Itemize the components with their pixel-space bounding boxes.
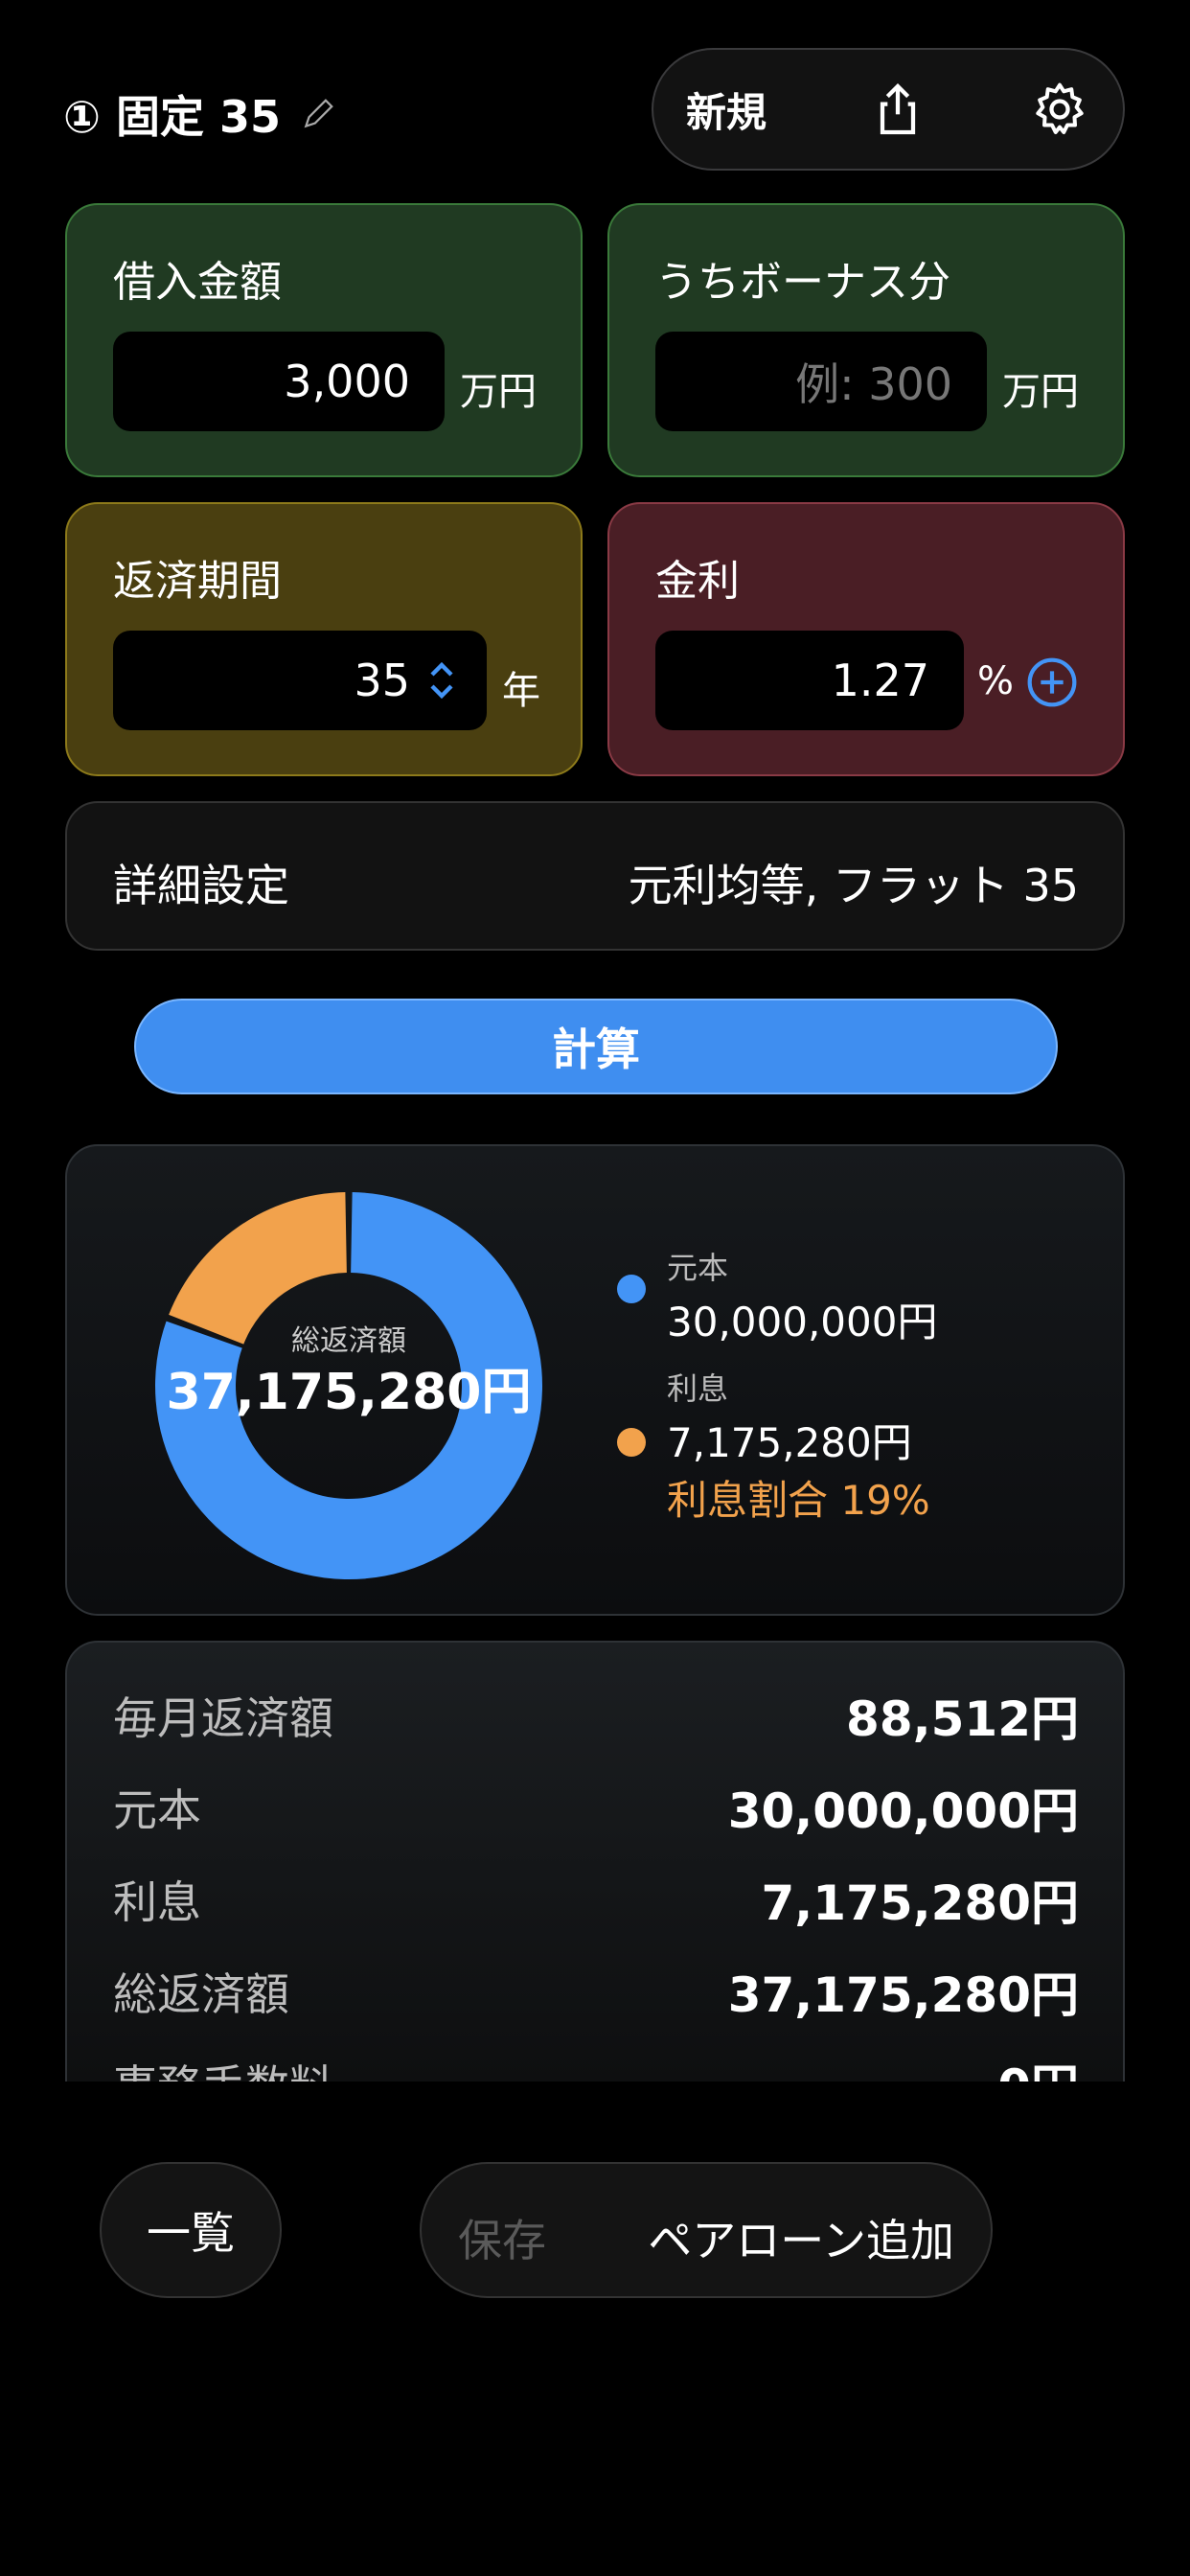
table-row: 総返済額 37,175,280円 <box>113 1953 1079 2030</box>
interest-ratio: 利息割合 19% <box>667 1477 930 1524</box>
chevron-updown-icon <box>430 661 453 700</box>
rate-label: 金利 <box>655 557 740 606</box>
summary-chart-card: 総返済額 37,175,280円 元本 30,000,000円 利息 7,175… <box>65 1144 1125 1616</box>
top-toolbar: 新規 <box>652 48 1125 171</box>
result-label: 事務手数料 <box>113 2052 333 2082</box>
save-button[interactable]: 保存 <box>458 2206 546 2269</box>
result-label: 毎月返済額 <box>113 1692 333 1744</box>
donut-center-value: 37,175,280円 <box>166 1364 532 1421</box>
table-row: 利息 7,175,280円 <box>113 1861 1079 1938</box>
rate-input[interactable]: 1.27 <box>655 631 964 730</box>
rate-value: 1.27 <box>831 655 929 706</box>
result-label: 総返済額 <box>113 1968 289 2020</box>
results-table: 毎月返済額 88,512円 元本 30,000,000円 利息 7,175,28… <box>65 1641 1125 2082</box>
plan-title[interactable]: ① 固定 35 <box>63 82 336 146</box>
add-pair-loan-button[interactable]: ペアローン追加 <box>648 2206 954 2269</box>
principal-legend-label: 元本 <box>667 1250 729 1286</box>
result-label: 利息 <box>113 1876 201 1928</box>
list-button[interactable]: 一覧 <box>100 2162 282 2298</box>
bottom-action-pill: 保存 ペアローン追加 <box>420 2162 993 2298</box>
loan-amount-card: 借入金額 3,000 万円 <box>65 203 583 477</box>
plus-circle-icon[interactable] <box>1025 656 1079 709</box>
rate-unit: % <box>977 659 1015 703</box>
period-picker[interactable]: 35 <box>113 631 487 730</box>
result-value: 88,512円 <box>846 1691 1079 1747</box>
bonus-input[interactable]: 例: 300 <box>655 332 987 431</box>
period-unit: 年 <box>502 669 540 713</box>
result-value: 7,175,280円 <box>761 1875 1079 1931</box>
table-row: 元本 30,000,000円 <box>113 1769 1079 1846</box>
loan-amount-value: 3,000 <box>284 356 410 407</box>
result-value: 0円 <box>997 2049 1079 2082</box>
period-label: 返済期間 <box>113 557 282 606</box>
result-label: 元本 <box>113 1784 201 1836</box>
detail-settings-value: 元利均等, フラット 35 <box>628 860 1079 911</box>
rate-card: 金利 1.27 % <box>607 502 1125 776</box>
share-icon[interactable] <box>867 79 928 140</box>
principal-legend-dot <box>617 1275 646 1303</box>
period-value: 35 <box>354 655 410 706</box>
calculate-button[interactable]: 計算 <box>134 999 1058 1094</box>
bonus-card: うちボーナス分 例: 300 万円 <box>607 203 1125 477</box>
table-row: 事務手数料 0円 <box>113 2045 1079 2082</box>
loan-amount-unit: 万円 <box>460 370 537 414</box>
interest-legend-value: 7,175,280円 <box>667 1419 912 1466</box>
period-card: 返済期間 35 年 <box>65 502 583 776</box>
bonus-placeholder: 例: 300 <box>795 358 952 410</box>
principal-legend-value: 30,000,000円 <box>667 1299 938 1346</box>
interest-legend-dot <box>617 1428 646 1457</box>
detail-settings-row[interactable]: 詳細設定 元利均等, フラット 35 <box>65 801 1125 951</box>
result-value: 37,175,280円 <box>727 1967 1079 2023</box>
loan-amount-label: 借入金額 <box>113 258 282 307</box>
pencil-icon[interactable] <box>300 96 336 132</box>
plan-title-text: ① 固定 35 <box>63 91 281 143</box>
gear-icon[interactable] <box>1029 79 1090 140</box>
bonus-unit: 万円 <box>1002 370 1079 414</box>
loan-amount-input[interactable]: 3,000 <box>113 332 445 431</box>
bonus-label: うちボーナス分 <box>655 258 950 307</box>
table-row: 毎月返済額 88,512円 <box>113 1677 1079 1754</box>
new-button[interactable]: 新規 <box>686 80 767 139</box>
result-value: 30,000,000円 <box>727 1783 1079 1839</box>
detail-settings-label: 詳細設定 <box>113 860 289 911</box>
interest-legend-label: 利息 <box>667 1370 729 1407</box>
